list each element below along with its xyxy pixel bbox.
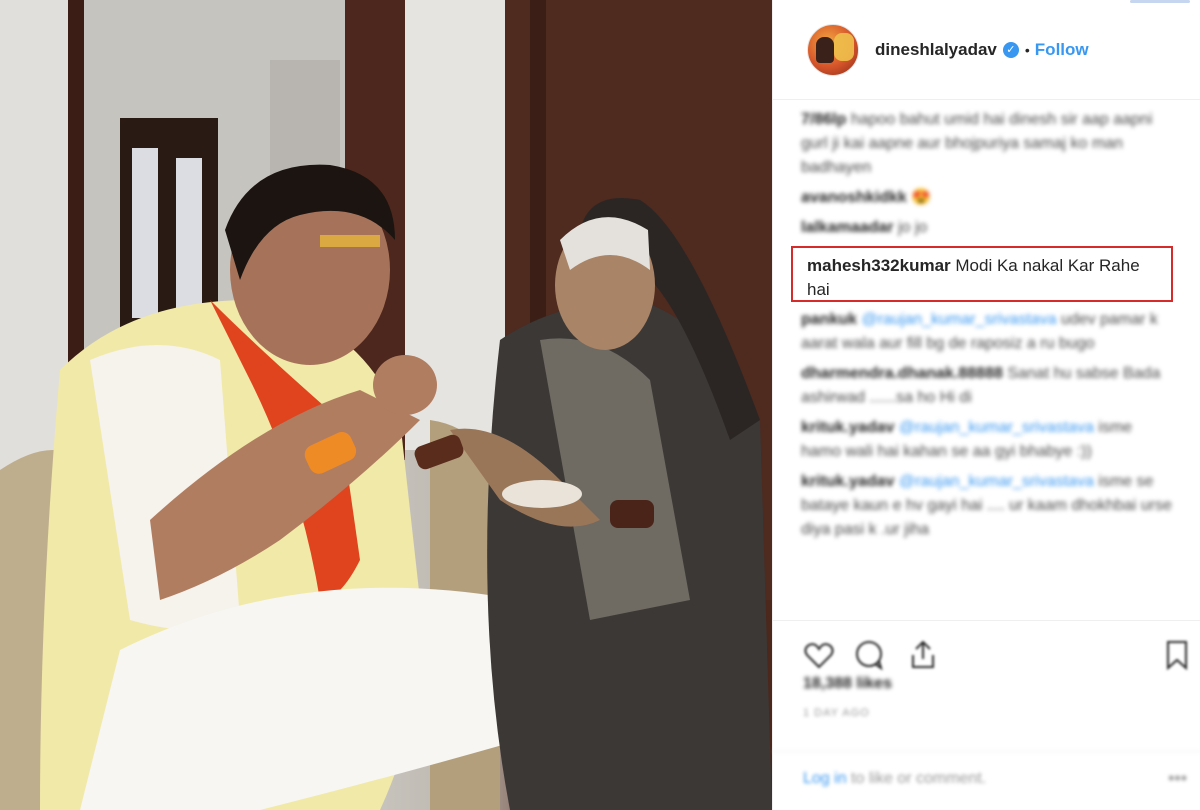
comment-text: jo jo xyxy=(897,219,928,236)
bookmark-icon[interactable] xyxy=(1161,639,1193,671)
comment-text: 😍 xyxy=(911,189,932,206)
comments-after: pankuk @raujan_kumar_srivastava udev pam… xyxy=(801,308,1173,548)
comment-list[interactable]: 7/86lp hapoo bahut umid hai dinesh sir a… xyxy=(791,108,1173,608)
comment-mention[interactable]: @raujan_kumar_srivastava xyxy=(861,311,1056,328)
comment-icon[interactable] xyxy=(853,639,885,671)
comment-user[interactable]: pankuk xyxy=(801,311,857,328)
list-item: krituk.yadav @raujan_kumar_srivastava is… xyxy=(801,416,1173,464)
login-prompt-text: to like or comment. xyxy=(851,770,987,787)
separator-dot: • xyxy=(1024,41,1030,58)
post-header: dineshlalyadav ✓ • Follow xyxy=(773,0,1200,100)
post-viewer: dineshlalyadav ✓ • Follow 7/86lp hapoo b… xyxy=(0,0,1200,810)
comment-user[interactable]: krituk.yadav xyxy=(801,419,894,436)
comment-text: hapoo bahut umid hai dinesh sir aap aapn… xyxy=(801,111,1153,176)
list-item: 7/86lp hapoo bahut umid hai dinesh sir a… xyxy=(801,108,1173,180)
verified-badge-icon: ✓ xyxy=(1002,41,1019,58)
comment-user[interactable]: lalkamaadar xyxy=(801,219,894,236)
add-comment-bar: Log in to like or comment. ••• xyxy=(773,751,1200,810)
comment-mention[interactable]: @raujan_kumar_srivastava xyxy=(899,419,1094,436)
post-date: 1 DAY AGO xyxy=(803,707,870,719)
list-item: lalkamaadar jo jo xyxy=(801,216,1173,240)
comment-mention[interactable]: @raujan_kumar_srivastava xyxy=(899,473,1094,490)
username[interactable]: dineshlalyadav xyxy=(875,40,997,60)
comment-user[interactable]: avanoshkidkk xyxy=(801,189,907,206)
comments-before: 7/86lp hapoo bahut umid hai dinesh sir a… xyxy=(801,108,1173,240)
avatar[interactable] xyxy=(807,23,859,76)
likes-count[interactable]: 18,388 likes xyxy=(803,675,892,693)
heart-icon[interactable] xyxy=(803,639,835,671)
photo-illustration xyxy=(0,0,772,810)
action-icons xyxy=(773,631,1200,675)
more-options-icon[interactable]: ••• xyxy=(1168,768,1187,789)
share-icon[interactable] xyxy=(907,639,939,671)
highlighted-comment: mahesh332kumar Modi Ka nakal Kar Rahe ha… xyxy=(791,246,1173,302)
follow-button[interactable]: Follow xyxy=(1035,40,1089,60)
highlighted-comment-user[interactable]: mahesh332kumar xyxy=(807,256,951,275)
list-item: avanoshkidkk 😍 xyxy=(801,186,1173,210)
comment-user[interactable]: 7/86lp xyxy=(801,111,846,128)
comment-user[interactable]: dharmendra.dhanak.88888 xyxy=(801,365,1003,382)
login-link[interactable]: Log in xyxy=(803,770,847,787)
post-photo[interactable] xyxy=(0,0,772,810)
list-item: pankuk @raujan_kumar_srivastava udev pam… xyxy=(801,308,1173,356)
action-bar: 18,388 likes 1 DAY AGO Log in to like or… xyxy=(773,620,1200,788)
post-sidebar: dineshlalyadav ✓ • Follow 7/86lp hapoo b… xyxy=(772,0,1200,810)
comment-user[interactable]: krituk.yadav xyxy=(801,473,894,490)
list-item: dharmendra.dhanak.88888 Sanat hu sabse B… xyxy=(801,362,1173,410)
list-item: krituk.yadav @raujan_kumar_srivastava is… xyxy=(801,470,1173,542)
